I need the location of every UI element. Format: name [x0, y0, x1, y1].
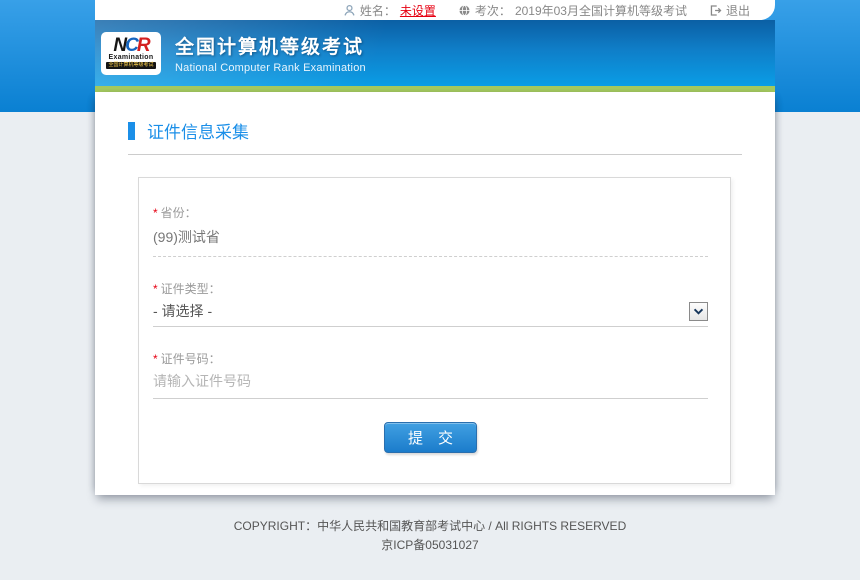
province-field: *省份： (99)测试省 — [153, 204, 708, 257]
cert-type-select[interactable]: - 请选择 - — [153, 297, 708, 327]
name-not-set-link[interactable]: 未设置 — [400, 2, 436, 19]
name-label: 姓名： — [360, 2, 396, 19]
required-asterisk: * — [153, 282, 158, 296]
cert-number-label-row: *证件号码： — [153, 350, 708, 367]
submit-button[interactable]: 提 交 — [384, 422, 477, 453]
header-banner: NCR Examination 全国计算机等级考试 全国计算机等级考试 Nati… — [95, 20, 775, 86]
session-value: 2019年03月全国计算机等级考试 — [515, 2, 687, 19]
exam-session-group: 考次： 2019年03月全国计算机等级考试 — [458, 2, 687, 19]
chevron-down-icon[interactable] — [689, 302, 708, 321]
ncre-logo: NCR Examination 全国计算机等级考试 — [101, 32, 161, 75]
main-container: 姓名： 未设置 考次： 2019年03月全国计算机等级考试 退出 NCR Exa… — [95, 0, 775, 495]
logout-button[interactable]: 退出 — [709, 2, 750, 19]
cert-type-field: *证件类型： - 请选择 - — [153, 280, 708, 327]
cert-type-label-row: *证件类型： — [153, 280, 708, 297]
province-value: (99)测试省 — [153, 221, 708, 257]
required-asterisk: * — [153, 352, 158, 366]
user-name-group: 姓名： 未设置 — [343, 2, 436, 19]
cert-number-field: *证件号码： — [153, 350, 708, 399]
ncre-logo-letters: NCR — [113, 37, 148, 54]
globe-icon — [458, 4, 471, 17]
copyright-text: COPYRIGHT：中华人民共和国教育部考试中心 / All RIGHTS RE… — [0, 517, 860, 536]
session-label: 考次： — [475, 2, 511, 19]
province-label: 省份： — [161, 206, 197, 220]
certificate-form: *省份： (99)测试省 *证件类型： - 请选择 - *证件号码： — [138, 177, 731, 484]
banner-title-chinese: 全国计算机等级考试 — [175, 32, 366, 59]
province-label-row: *省份： — [153, 204, 708, 221]
ncre-logo-bar-text: 全国计算机等级考试 — [106, 62, 155, 69]
cert-type-label: 证件类型： — [161, 282, 221, 296]
page-footer: COPYRIGHT：中华人民共和国教育部考试中心 / All RIGHTS RE… — [0, 517, 860, 555]
section-title-marker — [128, 122, 135, 140]
cert-number-input[interactable] — [153, 367, 708, 399]
page-title: 证件信息采集 — [147, 118, 249, 143]
icp-number: 京ICP备05031027 — [0, 536, 860, 555]
banner-title-english: National Computer Rank Examination — [175, 62, 366, 74]
topbar: 姓名： 未设置 考次： 2019年03月全国计算机等级考试 退出 — [95, 0, 775, 20]
required-asterisk: * — [153, 206, 158, 220]
user-icon — [343, 4, 356, 17]
cert-type-selected-value: - 请选择 - — [153, 301, 212, 321]
section-header: 证件信息采集 — [128, 118, 742, 155]
submit-row: 提 交 — [153, 422, 708, 453]
content-panel: 证件信息采集 *省份： (99)测试省 *证件类型： - 请选择 - — [95, 92, 775, 495]
logout-label: 退出 — [726, 2, 750, 19]
banner-titles: 全国计算机等级考试 National Computer Rank Examina… — [175, 32, 366, 74]
ncre-logo-subtext: Examination — [109, 54, 154, 62]
logout-icon — [709, 4, 722, 17]
cert-number-label: 证件号码： — [161, 352, 221, 366]
